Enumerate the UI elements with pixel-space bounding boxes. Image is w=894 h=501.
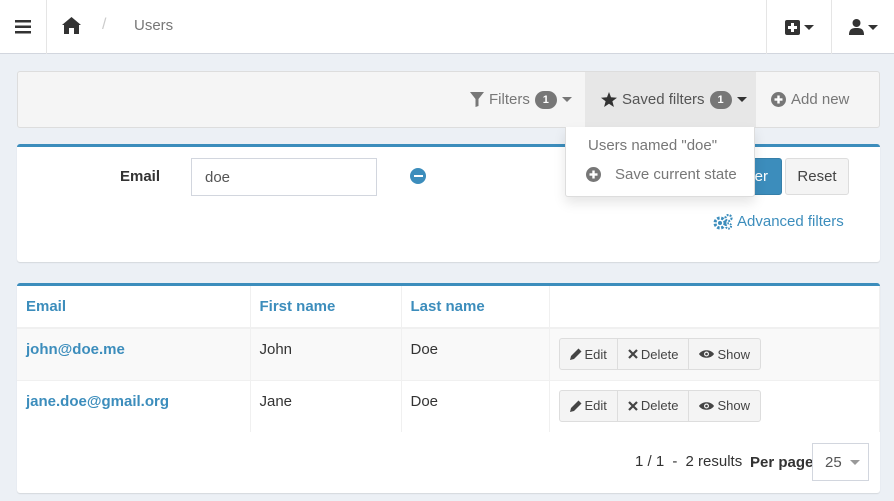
edit-label: Edit (584, 398, 607, 413)
saved-filters-label: Saved filters (622, 91, 705, 108)
plus-circle-icon (771, 92, 786, 107)
row-actions-group: Edit Delete Show (558, 338, 762, 370)
saved-filters-count-badge: 1 (709, 90, 732, 109)
table-header-row: Email First name Last name (17, 286, 880, 329)
saved-filters-dropdown-menu: Users named "doe" Save current state (565, 127, 755, 197)
filters-count-badge: 1 (534, 90, 557, 109)
delete-label: Delete (640, 346, 679, 362)
close-icon (628, 349, 638, 359)
show-button[interactable]: Show (688, 389, 762, 422)
cell-last-name: Doe (401, 327, 550, 380)
delete-button[interactable]: Delete (616, 338, 690, 370)
email-filter-label: Email (120, 168, 161, 185)
save-current-state-item[interactable]: Save current state (586, 166, 737, 183)
cell-first-name: Jane (250, 379, 402, 432)
cell-actions: Edit Delete Show (549, 379, 880, 432)
filters-dropdown-toggle[interactable]: Filters 1 (470, 72, 572, 127)
delete-label: Delete (640, 398, 679, 413)
page-indicator: 1 / 1 (635, 453, 665, 470)
cell-email: jane.doe@gmail.org (17, 379, 251, 432)
results-count: 2 results (685, 453, 743, 470)
edit-button[interactable]: Edit (558, 389, 618, 422)
delete-button[interactable]: Delete (616, 389, 690, 422)
edit-label: Edit (584, 346, 607, 362)
reset-filter-button[interactable]: Reset (785, 158, 849, 195)
pencil-icon (569, 400, 581, 412)
saved-filter-item[interactable]: Users named "doe" (588, 137, 717, 154)
breadcrumb-current: Users (134, 17, 174, 34)
user-email-link[interactable]: john@doe.me (26, 341, 125, 358)
users-table: Email First name Last name john@doe.me J… (17, 286, 880, 432)
create-dropdown-toggle[interactable] (766, 0, 831, 54)
saved-filters-dropdown-toggle[interactable]: Saved filters 1 (585, 72, 756, 127)
list-actions-bar: Filters 1 Saved filters 1 Add new (17, 71, 880, 128)
user-icon (848, 19, 864, 35)
column-header-actions (549, 286, 880, 329)
edit-button[interactable]: Edit (558, 338, 618, 370)
filter-icon (470, 92, 484, 107)
top-navbar: / Users (0, 0, 894, 54)
chevron-down-icon (803, 24, 814, 30)
per-page-label: Per page (750, 454, 814, 471)
sidebar-toggle-button[interactable] (0, 0, 47, 54)
user-email-link[interactable]: jane.doe@gmail.org (26, 393, 169, 410)
cell-email: john@doe.me (17, 327, 251, 380)
show-button[interactable]: Show (688, 338, 762, 370)
cogs-icon (713, 213, 733, 230)
add-new-label: Add new (791, 91, 850, 108)
breadcrumb-home-link[interactable] (62, 17, 82, 37)
plus-square-icon (784, 19, 800, 35)
email-filter-input[interactable] (191, 158, 377, 196)
advanced-filters-link[interactable]: Advanced filters (713, 213, 844, 230)
advanced-filters-label: Advanced filters (737, 213, 844, 230)
eye-icon (699, 350, 715, 358)
pagination-separator: - (672, 453, 678, 470)
add-new-button[interactable]: Add new (771, 72, 849, 127)
remove-filter-icon[interactable] (410, 168, 426, 184)
pagination-info: 1 / 1 - 2 results - (635, 453, 755, 470)
per-page-select[interactable]: 25 (812, 443, 869, 481)
home-icon (62, 17, 81, 34)
plus-circle-icon (586, 167, 601, 182)
show-label: Show (717, 346, 751, 362)
cell-actions: Edit Delete Show (549, 327, 880, 380)
cell-last-name: Doe (401, 379, 550, 432)
table-row: jane.doe@gmail.org Jane Doe Edit Delete (17, 379, 880, 432)
column-header-email[interactable]: Email (17, 286, 251, 329)
show-label: Show (717, 398, 751, 413)
chevron-down-icon (867, 24, 878, 30)
filters-label: Filters (489, 91, 530, 108)
cell-first-name: John (250, 327, 402, 380)
star-icon (601, 92, 617, 107)
column-header-first-name[interactable]: First name (250, 286, 402, 329)
bars-icon (15, 20, 31, 34)
column-header-last-name[interactable]: Last name (401, 286, 550, 329)
save-current-state-label: Save current state (615, 166, 737, 183)
chevron-down-icon (561, 97, 572, 102)
pencil-icon (569, 348, 581, 360)
table-row: john@doe.me John Doe Edit Delete Show (17, 327, 880, 380)
eye-icon (699, 401, 715, 410)
chevron-down-icon (736, 97, 747, 102)
per-page-value: 25 (825, 453, 842, 471)
breadcrumb-separator: / (102, 16, 107, 33)
chevron-down-icon (849, 459, 860, 465)
user-dropdown-toggle[interactable] (831, 0, 894, 54)
row-actions-group: Edit Delete Show (558, 389, 762, 422)
close-icon (628, 400, 638, 411)
